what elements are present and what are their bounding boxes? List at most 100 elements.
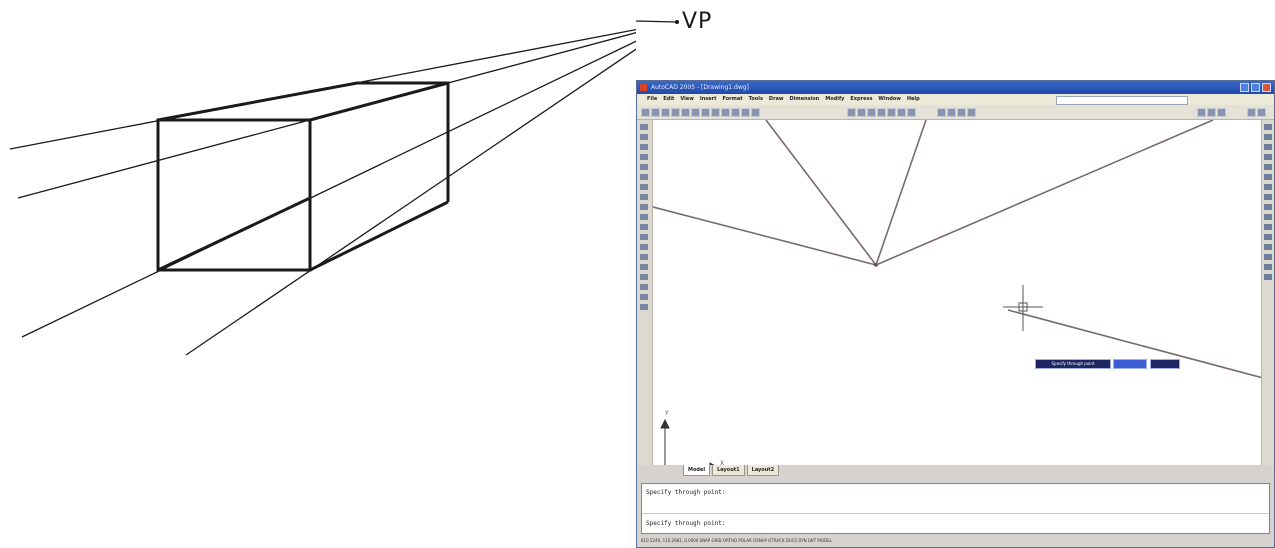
extend-icon[interactable] <box>1264 224 1272 230</box>
properties-icon[interactable] <box>887 108 896 117</box>
scale-icon[interactable] <box>1264 194 1272 200</box>
redo-icon[interactable] <box>751 108 760 117</box>
standard-toolbar <box>637 105 1274 120</box>
menu-bar: File Edit View Insert Format Tools Draw … <box>637 94 1274 105</box>
menu-help[interactable]: Help <box>907 94 920 105</box>
array-icon[interactable] <box>1264 164 1272 170</box>
box-bottom-left-edge <box>157 196 311 272</box>
menu-edit[interactable]: Edit <box>663 94 674 105</box>
menu-window[interactable]: Window <box>878 94 900 105</box>
minimize-button[interactable] <box>1240 83 1249 92</box>
dynamic-input-field-1[interactable] <box>1113 359 1147 369</box>
cut-icon[interactable] <box>701 108 710 117</box>
menu-view[interactable]: View <box>680 94 694 105</box>
line-icon[interactable] <box>640 124 648 130</box>
ellipse-arc-icon[interactable] <box>640 224 648 230</box>
design-center-icon[interactable] <box>897 108 906 117</box>
menu-format[interactable]: Format <box>723 94 743 105</box>
menu-file[interactable]: File <box>647 94 657 105</box>
zoom-icon[interactable] <box>857 108 866 117</box>
command-divider <box>642 513 1269 514</box>
make-block-icon[interactable] <box>640 244 648 250</box>
pan-icon[interactable] <box>847 108 856 117</box>
preview-icon[interactable] <box>681 108 690 117</box>
layer-previous-icon[interactable] <box>1207 108 1216 117</box>
gradient-icon[interactable] <box>640 274 648 280</box>
join-icon[interactable] <box>1264 244 1272 250</box>
explode-icon[interactable] <box>1264 274 1272 280</box>
erase-icon[interactable] <box>1264 124 1272 130</box>
crosshair-cursor <box>1003 285 1043 331</box>
rectangle-icon[interactable] <box>640 164 648 170</box>
multiline-text-icon[interactable] <box>640 304 648 310</box>
close-button[interactable] <box>1262 83 1271 92</box>
calculator-icon[interactable] <box>957 108 966 117</box>
polygon-icon[interactable] <box>640 154 648 160</box>
menu-express[interactable]: Express <box>850 94 872 105</box>
stretch-icon[interactable] <box>1264 204 1272 210</box>
window-controls <box>1240 83 1271 92</box>
plot-icon[interactable] <box>671 108 680 117</box>
zoom-previous-icon[interactable] <box>877 108 886 117</box>
markup-icon[interactable] <box>947 108 956 117</box>
draw-toolbar <box>637 120 653 465</box>
tab-model[interactable]: Model <box>683 465 711 476</box>
command-history-line: Specify through point: <box>646 489 726 496</box>
new-file-icon[interactable] <box>641 108 650 117</box>
match-properties-icon[interactable] <box>731 108 740 117</box>
menu-insert[interactable]: Insert <box>700 94 717 105</box>
move-icon[interactable] <box>1264 174 1272 180</box>
save-icon[interactable] <box>661 108 670 117</box>
modify-toolbar <box>1261 120 1274 465</box>
spline-icon[interactable] <box>640 204 648 210</box>
publish-icon[interactable] <box>691 108 700 117</box>
tool-palettes-icon[interactable] <box>907 108 916 117</box>
fillet-icon[interactable] <box>1264 264 1272 270</box>
menu-draw[interactable]: Draw <box>769 94 784 105</box>
undo-icon[interactable] <box>741 108 750 117</box>
insert-block-icon[interactable] <box>640 234 648 240</box>
table-icon[interactable] <box>640 294 648 300</box>
menu-tools[interactable]: Tools <box>749 94 763 105</box>
command-window[interactable]: Specify through point: Specify through p… <box>641 483 1270 534</box>
perspective-diagram <box>9 28 636 356</box>
break-icon[interactable] <box>1264 234 1272 240</box>
copy-icon[interactable] <box>711 108 720 117</box>
ellipse-icon[interactable] <box>640 214 648 220</box>
revision-cloud-icon[interactable] <box>640 194 648 200</box>
help-icon[interactable] <box>967 108 976 117</box>
circle-icon[interactable] <box>640 184 648 190</box>
command-prompt-line[interactable]: Specify through point: <box>646 520 725 527</box>
menu-dimension[interactable]: Dimension <box>790 94 820 105</box>
help-search-input[interactable] <box>1056 96 1188 105</box>
vanishing-line <box>21 40 636 338</box>
menu-modify[interactable]: Modify <box>825 94 844 105</box>
open-file-icon[interactable] <box>651 108 660 117</box>
zoom-window-icon[interactable] <box>867 108 876 117</box>
copy-object-icon[interactable] <box>1264 134 1272 140</box>
window-title: AutoCAD 2005 - [Drawing1.dwg] <box>651 84 749 91</box>
construction-line-icon[interactable] <box>640 134 648 140</box>
sheet-set-icon[interactable] <box>937 108 946 117</box>
rotate-icon[interactable] <box>1264 184 1272 190</box>
point-icon[interactable] <box>640 254 648 260</box>
trim-icon[interactable] <box>1264 214 1272 220</box>
layer-icon[interactable] <box>1197 108 1206 117</box>
mirror-icon[interactable] <box>1264 144 1272 150</box>
paste-icon[interactable] <box>721 108 730 117</box>
polyline-icon[interactable] <box>640 144 648 150</box>
layer-state-icon[interactable] <box>1217 108 1226 117</box>
hatch-icon[interactable] <box>640 264 648 270</box>
dimension-icon[interactable] <box>1247 108 1256 117</box>
box-bottom-right-edge <box>309 200 449 272</box>
tab-layout1[interactable]: Layout1 <box>712 465 745 476</box>
arc-icon[interactable] <box>640 174 648 180</box>
drawing-canvas[interactable]: Y X Specify through point <box>652 119 1264 472</box>
offset-icon[interactable] <box>1264 154 1272 160</box>
chamfer-icon[interactable] <box>1264 254 1272 260</box>
tab-layout2[interactable]: Layout2 <box>746 465 780 476</box>
dynamic-input-field-2[interactable] <box>1150 359 1180 369</box>
leader-icon[interactable] <box>1257 108 1266 117</box>
region-icon[interactable] <box>640 284 648 290</box>
maximize-button[interactable] <box>1251 83 1260 92</box>
